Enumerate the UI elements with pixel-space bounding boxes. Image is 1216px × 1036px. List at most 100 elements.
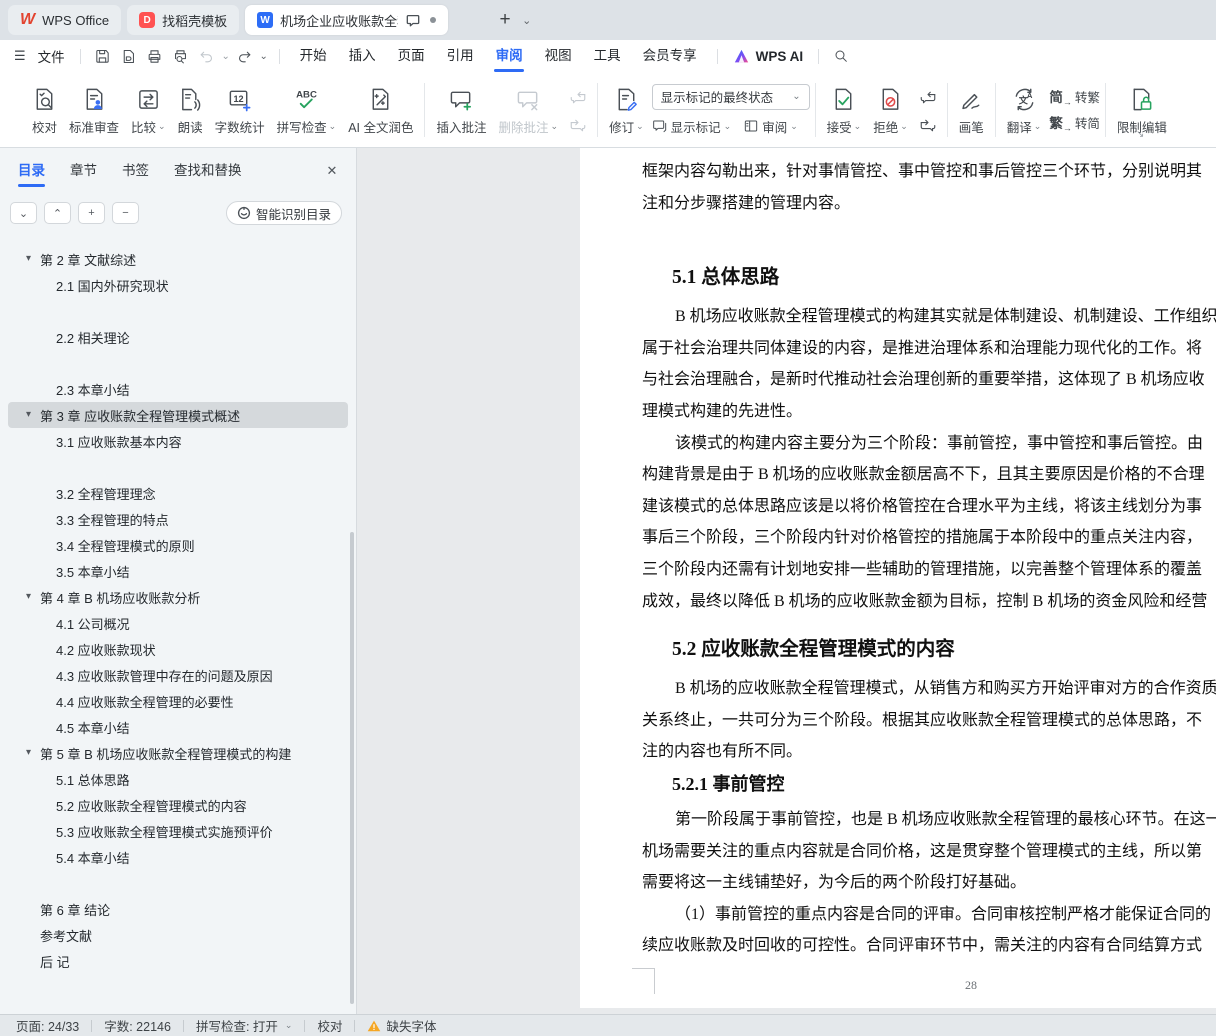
toc-item[interactable]: ▾ 第 5 章 B 机场应收账款全程管理模式的构建	[8, 740, 348, 766]
menu-home[interactable]: 开始	[289, 40, 338, 72]
menu-reference[interactable]: 引用	[436, 40, 485, 72]
document-text-line[interactable]: 关系终止，一共可分为三个阶段。根据其应收账款全程管理模式的总体思路，不	[642, 705, 1216, 737]
toc-item[interactable]: 3.1 应收账款基本内容	[8, 428, 348, 454]
tab-current-document[interactable]: W 机场企业应收账款全程管理模式	[245, 5, 449, 35]
review-pane-button[interactable]: 审阅 ⌄	[743, 117, 798, 136]
proofread-status-button[interactable]: 校对	[317, 1016, 342, 1035]
redo-icon[interactable]	[232, 44, 258, 68]
document-text-line[interactable]: 属于社会治理共同体建设的内容，是推进治理体系和治理能力现代化的工作。将	[642, 333, 1216, 365]
document-text-line[interactable]: B 机场应收账款全程管理模式的构建其实就是体制建设、机制建设、工作组织	[642, 301, 1216, 333]
quick-access-chevron-icon[interactable]: ⌄	[258, 51, 270, 62]
collapse-arrow-icon[interactable]: ▾	[26, 591, 31, 602]
document-heading[interactable]: 5.1 总体思路	[672, 263, 1216, 293]
undo-icon[interactable]	[194, 44, 220, 68]
document-text-line[interactable]: 机场需要关注的重点内容就是合同价格，这是贯穿整个管理模式的主线，所以第	[642, 836, 1216, 868]
menu-member[interactable]: 会员专享	[632, 40, 708, 72]
document-text-line[interactable]: 建该模式的总体思路应该是以将价格管控在合理水平为主线，将该主线划分为事	[642, 491, 1216, 523]
to-traditional-button[interactable]: 简→ 转繁	[1049, 86, 1100, 107]
read-aloud-button[interactable]: 朗读	[172, 78, 209, 142]
menu-view[interactable]: 视图	[534, 40, 583, 72]
toc-item[interactable]: 3.5 本章小结	[8, 558, 348, 584]
document-heading[interactable]: 5.2 应收账款全程管理模式的内容	[672, 635, 1216, 665]
toc-item[interactable]: 5.2 应收账款全程管理模式的内容	[8, 792, 348, 818]
undo-history-chevron-icon[interactable]: ⌄	[220, 51, 232, 62]
hamburger-icon[interactable]: ☰	[14, 48, 26, 64]
toc-item[interactable]: 5.1 总体思路	[8, 766, 348, 792]
toc-item[interactable]: ▾ 第 2 章 文献综述	[8, 246, 348, 272]
document-text-line[interactable]: 需要将这一主线铺垫好，为今后的两个阶段打好基础。	[642, 867, 1216, 899]
document-text-line[interactable]: 续应收账款及时回收的可控性。合同评审环节中，需关注的内容有合同结算方式	[642, 930, 1216, 962]
toc-item[interactable]: 3.4 全程管理模式的原则	[8, 532, 348, 558]
tab-docer-templates[interactable]: D 找稻壳模板	[127, 5, 240, 35]
sidebar-tab-bookmarks[interactable]: 书签	[122, 148, 149, 194]
collapse-all-button[interactable]: ⌃	[44, 202, 71, 224]
standard-review-button[interactable]: 标准审查	[63, 78, 125, 142]
export-pdf-icon[interactable]	[116, 44, 142, 68]
show-markup-button[interactable]: 显示标记 ⌄	[652, 117, 731, 136]
toc-item[interactable]: 2.1 国内外研究现状	[8, 272, 348, 298]
toc-item[interactable]: 参考文献	[8, 922, 348, 948]
toc-item[interactable]: 3.3 全程管理的特点	[8, 506, 348, 532]
missing-font-warning[interactable]: 缺失字体	[367, 1016, 436, 1035]
toc-item[interactable]: 4.5 本章小结	[8, 714, 348, 740]
toc-item[interactable]: 4.2 应收账款现状	[8, 636, 348, 662]
tab-list-chevron-icon[interactable]: ⌄	[522, 14, 531, 27]
accept-change-button[interactable]: 接受 ⌄	[821, 78, 868, 142]
delete-comment-button[interactable]: 删除批注 ⌄	[493, 78, 565, 142]
compare-button[interactable]: 比较 ⌄	[125, 78, 172, 142]
to-simplified-button[interactable]: 繁→ 转简	[1049, 112, 1100, 133]
sidebar-tab-sections[interactable]: 章节	[70, 148, 97, 194]
page[interactable]: 框架内容勾勒出来，针对事情管控、事中管控和事后管控三个环节，分别说明其 注和分步骤…	[580, 148, 1216, 1008]
menu-file[interactable]: 文件	[32, 46, 71, 66]
menu-review[interactable]: 审阅	[485, 40, 534, 72]
expand-all-button[interactable]: ⌄	[10, 202, 37, 224]
next-change-icon[interactable]	[916, 114, 940, 134]
document-text-line[interactable]: 三个阶段内还需有计划地安排一些辅助的管理措施，以完善整个管理体系的覆盖	[642, 554, 1216, 586]
toc-item[interactable]: 后 记	[8, 948, 348, 974]
previous-comment-icon[interactable]	[566, 86, 590, 106]
proofread-button[interactable]: 校对	[26, 78, 63, 142]
sidebar-scrollbar[interactable]	[350, 532, 354, 1004]
reject-change-button[interactable]: 拒绝 ⌄	[867, 78, 914, 142]
collapse-arrow-icon[interactable]: ▾	[26, 253, 31, 264]
document-text-line[interactable]: 该模式的构建内容主要分为三个阶段：事前管控，事中管控和事后管控。由	[642, 428, 1216, 460]
insert-comment-button[interactable]: 插入批注	[430, 78, 492, 142]
sidebar-tab-contents[interactable]: 目录	[18, 148, 45, 194]
document-text-line[interactable]: （1）事前管控的重点内容是合同的评审。合同审核控制严格才能保证合同的	[642, 899, 1216, 931]
track-changes-button[interactable]: 修订 ⌄	[603, 78, 650, 142]
document-text-line[interactable]: 事后三个阶段，三个阶段内针对价格管控的措施属于本阶段中的重点关注内容，	[642, 522, 1216, 554]
search-icon[interactable]	[828, 44, 854, 68]
smart-toc-button[interactable]: 智能识别目录	[225, 201, 342, 225]
toc-item[interactable]: ▾ 第 3 章 应收账款全程管理模式概述	[8, 402, 348, 428]
document-text-line[interactable]: B 机场的应收账款全程管理模式，从销售方和购买方开始评审对方的合作资质	[642, 673, 1216, 705]
toc-item[interactable]: 4.4 应收账款全程管理的必要性	[8, 688, 348, 714]
document-text-line[interactable]: 理模式构建的先进性。	[642, 396, 1216, 428]
toc-item[interactable]: 3.2 全程管理理念	[8, 480, 348, 506]
menu-tools[interactable]: 工具	[583, 40, 632, 72]
toc-item[interactable]: 4.1 公司概况	[8, 610, 348, 636]
document-text-line[interactable]: 与社会治理融合，是新时代推动社会治理创新的重要举措，这体现了 B 机场应收	[642, 364, 1216, 396]
document-text-line[interactable]: 构建背景是由于 B 机场的应收账款金额居高不下，且其主要原因是价格的不合理	[642, 459, 1216, 491]
document-text-line[interactable]: 成效，最终以降低 B 机场的应收账款金额为目标，控制 B 机场的资金风险和经营	[642, 586, 1216, 618]
sidebar-tab-find-replace[interactable]: 查找和替换	[174, 148, 242, 194]
previous-change-icon[interactable]	[916, 86, 940, 106]
spell-check-button[interactable]: ABC 拼写检查 ⌄	[271, 78, 343, 142]
tab-wps-office[interactable]: W WPS Office	[8, 5, 122, 35]
save-icon[interactable]	[90, 44, 116, 68]
next-comment-icon[interactable]	[566, 114, 590, 134]
toc-item[interactable]: 第 6 章 结论	[8, 896, 348, 922]
collapse-arrow-icon[interactable]: ▾	[26, 747, 31, 758]
menu-page[interactable]: 页面	[387, 40, 436, 72]
wps-ai-button[interactable]: WPS AI	[727, 49, 810, 64]
document-text-line[interactable]: 注和分步骤搭建的管理内容。	[642, 188, 1216, 220]
toc-item[interactable]: ▾ 第 4 章 B 机场应收账款分析	[8, 584, 348, 610]
document-text-line[interactable]: 注的内容也有所不同。	[642, 736, 1216, 768]
close-icon[interactable]: ✕	[322, 161, 342, 181]
toc-item[interactable]: 2.2 相关理论	[8, 324, 348, 350]
new-tab-button[interactable]: +	[492, 9, 518, 31]
word-count-button[interactable]: 12 字数统计	[209, 78, 271, 142]
document-heading[interactable]: 5.2.1 事前管控	[672, 770, 1216, 798]
menu-insert[interactable]: 插入	[338, 40, 387, 72]
group-expand-icon[interactable]: ↘	[1136, 129, 1144, 140]
toc-item[interactable]: 5.4 本章小结	[8, 844, 348, 870]
